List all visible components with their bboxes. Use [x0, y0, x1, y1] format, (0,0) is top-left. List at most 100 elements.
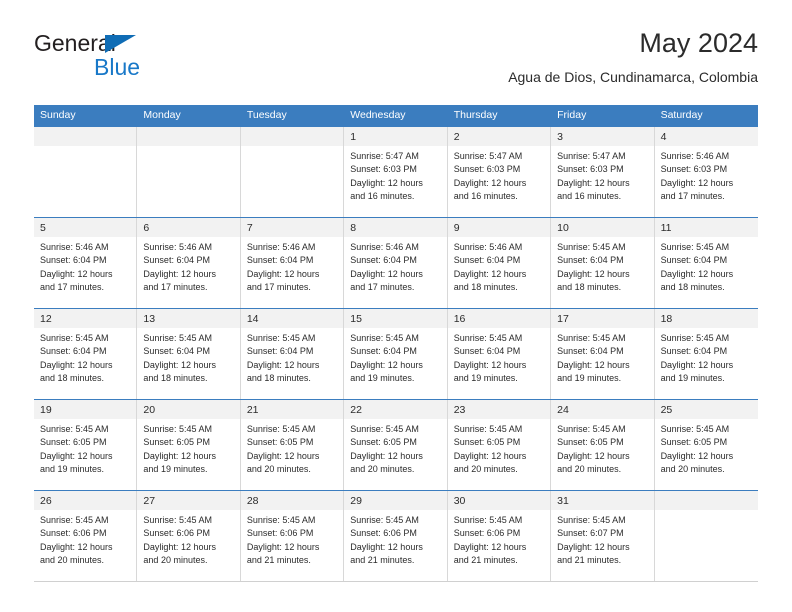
calendar-day-cell[interactable]: 2 Sunrise: 5:47 AM Sunset: 6:03 PM Daylight…: [447, 127, 552, 217]
day-number: 31: [557, 495, 569, 507]
calendar-day-cell[interactable]: 9 Sunrise: 5:46 AM Sunset: 6:04 PM Daylight…: [447, 218, 552, 308]
calendar-day-cell[interactable]: 10 Sunrise: 5:45 AM Sunset: 6:04 PM Dayligh…: [551, 218, 655, 308]
day-detail-line: and 18 minutes.: [453, 281, 518, 292]
calendar-day-cell[interactable]: 15 Sunrise: 5:45 AM Sunset: 6:04 PM Dayligh…: [344, 309, 448, 399]
day-detail-line: and 18 minutes.: [40, 372, 105, 383]
calendar-day-cell[interactable]: 24 Sunrise: 5:45 AM Sunset: 6:05 PM Dayligh…: [551, 400, 655, 490]
day-number-band: 12: [34, 309, 137, 328]
day-number-band: 15: [344, 309, 447, 328]
day-number-band: 26: [34, 491, 137, 510]
calendar-day-cell[interactable]: 26 Sunrise: 5:45 AM Sunset: 6:06 PM Dayligh…: [34, 491, 138, 581]
calendar-day-cell-empty: [34, 127, 138, 217]
calendar-day-cell[interactable]: 6 Sunrise: 5:46 AM Sunset: 6:04 PM Daylight…: [137, 218, 241, 308]
day-detail-line: Daylight: 12 hours: [557, 541, 630, 552]
day-number: 11: [660, 222, 672, 234]
day-number: 9: [453, 222, 460, 234]
calendar-day-cell[interactable]: 31 Sunrise: 5:45 AM Sunset: 6:07 PM Dayligh…: [551, 491, 655, 581]
calendar-day-cell[interactable]: 27 Sunrise: 5:45 AM Sunset: 6:06 PM Dayligh…: [137, 491, 241, 581]
weekday-header-row: Sunday Monday Tuesday Wednesday Thursday Frid…: [34, 105, 758, 126]
page-subtitle: Agua de Dios, Cundinamarca, Colombia: [508, 69, 758, 85]
day-detail-line: and 20 minutes.: [557, 463, 622, 474]
day-details: [655, 510, 758, 514]
day-number-band: [34, 127, 137, 146]
day-detail-line: Daylight: 12 hours: [143, 359, 216, 370]
calendar-day-cell[interactable]: 19 Sunrise: 5:45 AM Sunset: 6:05 PM Dayligh…: [34, 400, 138, 490]
day-details: Sunrise: 5:45 AM Sunset: 6:04 PM Daylight:…: [551, 237, 653, 294]
calendar-day-cell[interactable]: 16 Sunrise: 5:45 AM Sunset: 6:04 PM Dayligh…: [447, 309, 552, 399]
day-details: Sunrise: 5:45 AM Sunset: 6:05 PM Daylight:…: [137, 419, 239, 476]
calendar-day-cell[interactable]: 8 Sunrise: 5:46 AM Sunset: 6:04 PM Daylight…: [344, 218, 448, 308]
calendar-day-cell[interactable]: 7 Sunrise: 5:46 AM Sunset: 6:04 PM Daylight…: [240, 218, 345, 308]
calendar-day-cell[interactable]: 22 Sunrise: 5:45 AM Sunset: 6:05 PM Dayligh…: [344, 400, 448, 490]
day-detail-line: Daylight: 12 hours: [143, 541, 216, 552]
day-detail-line: Sunrise: 5:45 AM: [557, 515, 626, 525]
calendar-day-cell[interactable]: 1 Sunrise: 5:47 AM Sunset: 6:03 PM Daylight…: [344, 127, 448, 217]
day-detail-line: Daylight: 12 hours: [350, 450, 423, 461]
day-detail-line: Sunrise: 5:45 AM: [350, 515, 419, 525]
day-details: Sunrise: 5:45 AM Sunset: 6:05 PM Daylight:…: [655, 419, 758, 476]
calendar-day-cell[interactable]: 23 Sunrise: 5:45 AM Sunset: 6:05 PM Dayligh…: [447, 400, 552, 490]
day-number-band: 28: [240, 491, 344, 510]
day-detail-line: Daylight: 12 hours: [557, 268, 630, 279]
day-detail-line: Daylight: 12 hours: [143, 268, 216, 279]
day-number-band: [654, 491, 758, 510]
day-detail-line: Sunrise: 5:45 AM: [453, 515, 523, 525]
calendar-day-cell-empty: [137, 127, 241, 217]
day-detail-line: and 16 minutes.: [350, 190, 415, 201]
weekday-header-wednesday: Wednesday: [350, 109, 406, 121]
calendar-day-cell[interactable]: 14 Sunrise: 5:45 AM Sunset: 6:04 PM Dayligh…: [240, 309, 345, 399]
weekday-header-saturday: Saturday: [660, 109, 703, 121]
day-detail-line: Daylight: 12 hours: [350, 268, 423, 279]
day-number-band: 20: [137, 400, 240, 419]
calendar-day-cell[interactable]: 13 Sunrise: 5:45 AM Sunset: 6:04 PM Dayligh…: [137, 309, 241, 399]
day-detail-line: Daylight: 12 hours: [246, 268, 320, 279]
day-detail-line: Daylight: 12 hours: [40, 359, 113, 370]
calendar-day-cell[interactable]: 12 Sunrise: 5:45 AM Sunset: 6:04 PM Dayligh…: [34, 309, 138, 399]
calendar-day-cell[interactable]: 28 Sunrise: 5:45 AM Sunset: 6:06 PM Dayligh…: [240, 491, 345, 581]
day-detail-line: and 16 minutes.: [557, 190, 622, 201]
calendar-day-cell[interactable]: 30 Sunrise: 5:45 AM Sunset: 6:06 PM Dayligh…: [447, 491, 552, 581]
day-details: Sunrise: 5:45 AM Sunset: 6:06 PM Daylight:…: [137, 510, 239, 567]
day-detail-line: Sunset: 6:05 PM: [453, 437, 521, 448]
calendar-day-cell[interactable]: 17 Sunrise: 5:45 AM Sunset: 6:04 PM Dayligh…: [551, 309, 655, 399]
day-detail-line: and 16 minutes.: [453, 190, 518, 201]
day-details: Sunrise: 5:45 AM Sunset: 6:04 PM Daylight:…: [655, 328, 758, 385]
day-number: 16: [453, 313, 466, 325]
day-detail-line: Sunset: 6:04 PM: [143, 255, 210, 266]
day-detail-line: Sunrise: 5:45 AM: [557, 242, 626, 252]
calendar-day-cell-empty: [654, 491, 758, 581]
day-detail-line: Sunrise: 5:46 AM: [40, 242, 109, 252]
day-detail-line: Daylight: 12 hours: [246, 359, 320, 370]
day-detail-line: Daylight: 12 hours: [246, 450, 320, 461]
day-number-band: 5: [34, 218, 137, 237]
calendar-day-cell[interactable]: 11 Sunrise: 5:45 AM Sunset: 6:04 PM Dayligh…: [654, 218, 758, 308]
calendar-day-cell[interactable]: 5 Sunrise: 5:46 AM Sunset: 6:04 PM Daylight…: [34, 218, 138, 308]
day-detail-line: and 21 minutes.: [557, 554, 622, 565]
logo-text-blue: Blue: [94, 54, 141, 80]
calendar-day-cell[interactable]: 3 Sunrise: 5:47 AM Sunset: 6:03 PM Daylight…: [551, 127, 655, 217]
day-detail-line: Sunrise: 5:47 AM: [350, 151, 419, 161]
page-title: May 2024: [639, 28, 758, 58]
general-blue-logo[interactable]: General Blue: [34, 30, 244, 90]
day-number: 21: [246, 404, 259, 416]
calendar-day-cell[interactable]: 25 Sunrise: 5:45 AM Sunset: 6:05 PM Dayligh…: [654, 400, 758, 490]
day-detail-line: Sunrise: 5:46 AM: [350, 242, 419, 252]
weekday-header-monday: Monday: [143, 109, 181, 121]
day-detail-line: Daylight: 12 hours: [40, 541, 113, 552]
day-number: 24: [557, 404, 569, 416]
day-detail-line: Daylight: 12 hours: [453, 268, 527, 279]
day-detail-line: Sunrise: 5:45 AM: [453, 333, 523, 343]
day-detail-line: and 18 minutes.: [143, 372, 208, 383]
calendar-day-cell[interactable]: 29 Sunrise: 5:45 AM Sunset: 6:06 PM Dayligh…: [344, 491, 448, 581]
day-detail-line: and 17 minutes.: [246, 281, 311, 292]
calendar-day-cell[interactable]: 18 Sunrise: 5:45 AM Sunset: 6:04 PM Dayligh…: [654, 309, 758, 399]
day-number-band: 14: [240, 309, 344, 328]
calendar-day-cell[interactable]: 20 Sunrise: 5:45 AM Sunset: 6:05 PM Dayligh…: [137, 400, 241, 490]
calendar-day-cell[interactable]: 4 Sunrise: 5:46 AM Sunset: 6:03 PM Daylight…: [654, 127, 758, 217]
day-detail-line: Sunset: 6:03 PM: [557, 164, 624, 175]
day-number-band: 16: [447, 309, 551, 328]
title-block: May 2024 Agua de Dios, Cundinamarca, Col…: [508, 26, 758, 86]
day-detail-line: and 19 minutes.: [660, 372, 725, 383]
calendar-day-cell[interactable]: 21 Sunrise: 5:45 AM Sunset: 6:05 PM Dayligh…: [240, 400, 345, 490]
day-number-band: 31: [551, 491, 654, 510]
